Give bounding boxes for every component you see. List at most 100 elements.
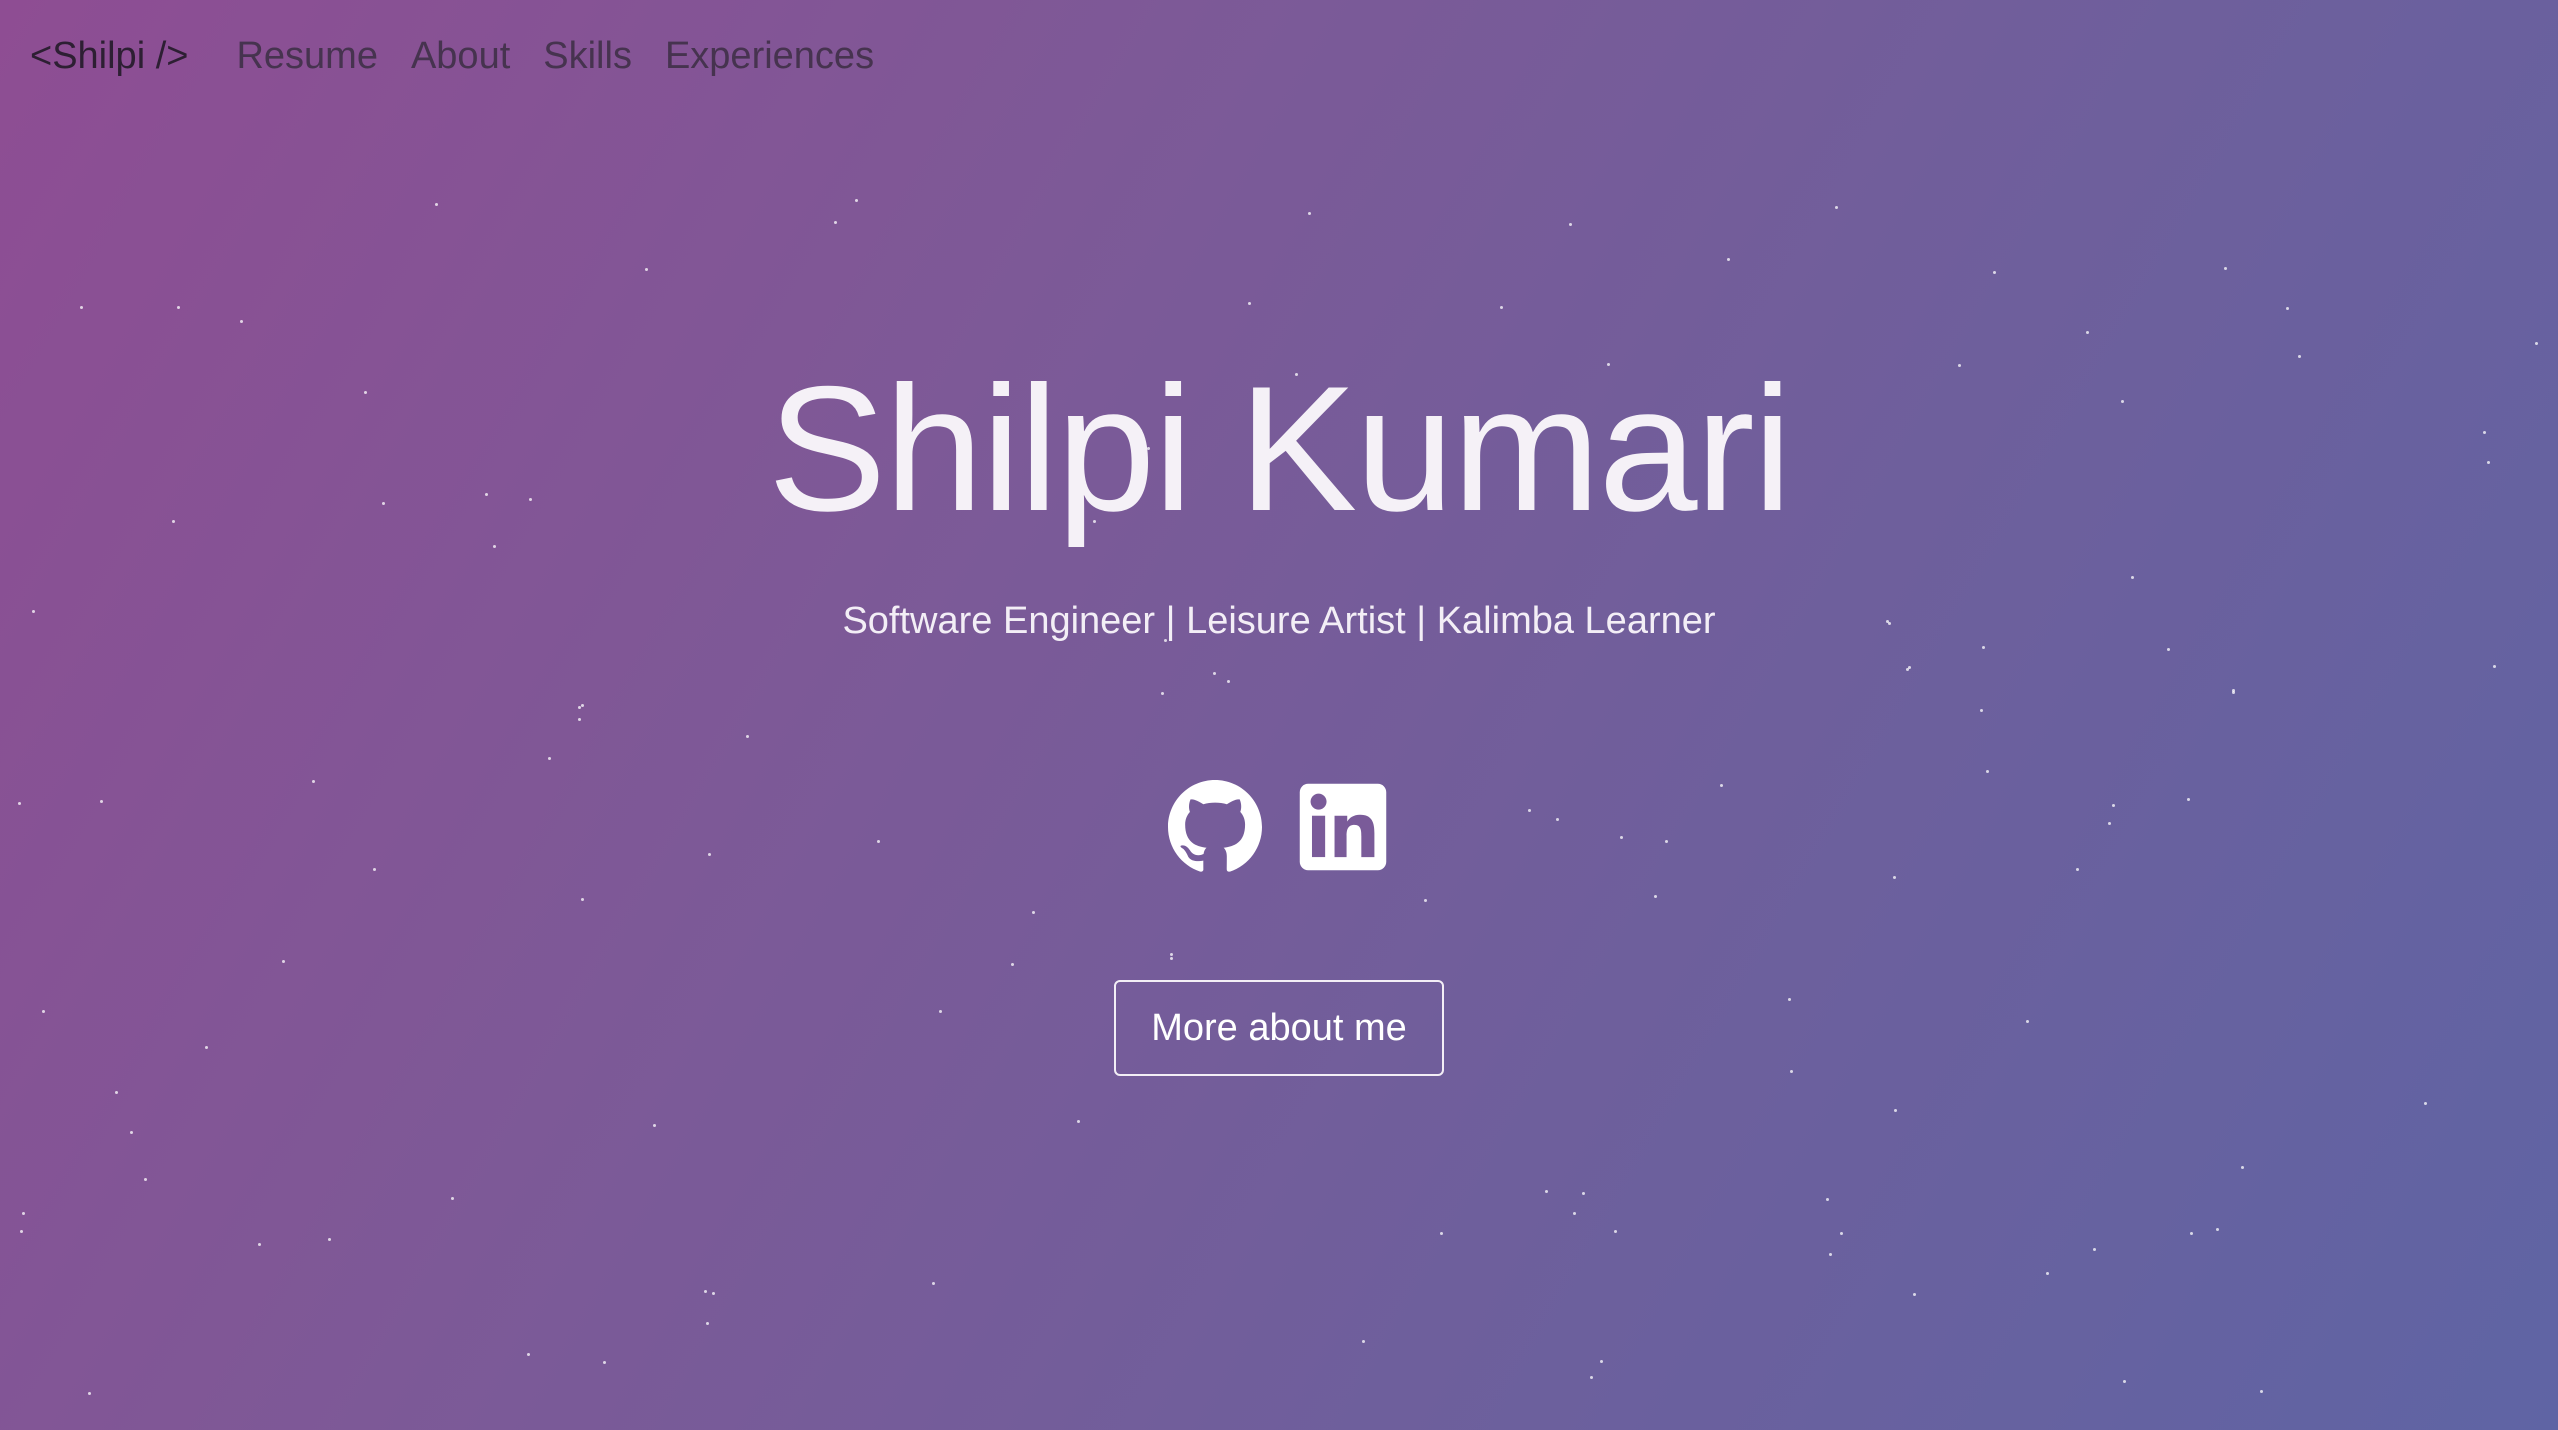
star-dot <box>2232 691 2235 694</box>
star-dot <box>1077 1120 1080 1123</box>
star-dot <box>2086 331 2089 334</box>
star-dot <box>2123 1380 2126 1383</box>
nav-link-experiences[interactable]: Experiences <box>665 35 874 78</box>
star-dot <box>2224 267 2227 270</box>
star-dot <box>2216 1228 2219 1231</box>
star-dot <box>80 306 83 309</box>
star-dot <box>20 1230 23 1233</box>
star-dot <box>1980 709 1983 712</box>
star-dot <box>2232 689 2235 692</box>
star-dot <box>22 1212 25 1215</box>
star-dot <box>282 960 285 963</box>
star-dot <box>581 898 584 901</box>
star-dot <box>451 1197 454 1200</box>
star-dot <box>1569 223 1572 226</box>
star-dot <box>939 1010 942 1013</box>
star-dot <box>258 1243 261 1246</box>
star-dot <box>1170 953 1173 956</box>
star-dot <box>1727 258 1730 261</box>
hero-tagline: Software Engineer | Leisure Artist | Kal… <box>842 600 1716 642</box>
github-link[interactable] <box>1168 780 1262 874</box>
star-dot <box>855 199 858 202</box>
star-dot <box>1840 1232 1843 1235</box>
star-dot <box>1170 957 1173 960</box>
star-dot <box>1011 963 1014 966</box>
star-dot <box>581 704 584 707</box>
star-dot <box>2535 342 2538 345</box>
star-dot <box>1986 770 1989 773</box>
star-dot <box>2286 307 2289 310</box>
star-dot <box>144 1178 147 1181</box>
star-dot <box>205 1046 208 1049</box>
star-dot <box>1982 646 1985 649</box>
star-dot <box>240 320 243 323</box>
star-dot <box>2260 1390 2263 1393</box>
star-dot <box>2424 1102 2427 1105</box>
star-dot <box>1906 668 1909 671</box>
github-icon <box>1168 780 1262 874</box>
star-dot <box>1582 1192 1585 1195</box>
star-dot <box>1500 306 1503 309</box>
star-dot <box>2046 1272 2049 1275</box>
star-dot <box>578 706 581 709</box>
star-dot <box>603 1361 606 1364</box>
linkedin-link[interactable] <box>1296 780 1390 874</box>
nav-link-resume[interactable]: Resume <box>236 35 378 78</box>
star-dot <box>834 221 837 224</box>
star-dot <box>1573 1212 1576 1215</box>
starfield-background <box>0 0 2558 1430</box>
star-dot <box>1614 1230 1617 1233</box>
star-dot <box>2131 576 2134 579</box>
star-dot <box>328 1238 331 1241</box>
star-dot <box>645 268 648 271</box>
star-dot <box>1161 692 1164 695</box>
star-dot <box>435 203 438 206</box>
star-dot <box>1993 271 1996 274</box>
star-dot <box>1788 998 1791 1001</box>
star-dot <box>578 718 581 721</box>
star-dot <box>1826 1198 1829 1201</box>
star-dot <box>1835 206 1838 209</box>
star-dot <box>1545 1190 1548 1193</box>
star-dot <box>130 1131 133 1134</box>
star-dot <box>88 1392 91 1395</box>
star-dot <box>177 306 180 309</box>
star-dot <box>115 1091 118 1094</box>
nav-link-about[interactable]: About <box>411 35 510 78</box>
star-dot <box>1213 672 1216 675</box>
star-dot <box>1600 1360 1603 1363</box>
star-dot <box>1227 680 1230 683</box>
star-dot <box>1248 302 1251 305</box>
star-dot <box>2167 648 2170 651</box>
star-dot <box>1362 1340 1365 1343</box>
star-dot <box>1654 895 1657 898</box>
star-dot <box>704 1290 707 1293</box>
star-dot <box>548 757 551 760</box>
star-dot <box>653 1124 656 1127</box>
linkedin-icon <box>1296 780 1390 874</box>
star-dot <box>1590 1376 1593 1379</box>
star-dot <box>527 1353 530 1356</box>
star-dot <box>1440 1232 1443 1235</box>
star-dot <box>1424 899 1427 902</box>
more-about-me-button[interactable]: More about me <box>1114 980 1444 1076</box>
star-dot <box>1790 1070 1793 1073</box>
star-dot <box>706 1322 709 1325</box>
star-dot <box>2493 665 2496 668</box>
star-dot <box>1894 1109 1897 1112</box>
star-dot <box>2190 1232 2193 1235</box>
star-dot <box>42 1010 45 1013</box>
star-dot <box>1893 876 1896 879</box>
star-dot <box>1913 1293 1916 1296</box>
star-dot <box>2298 355 2301 358</box>
star-dot <box>2026 1020 2029 1023</box>
star-dot <box>1829 1253 1832 1256</box>
star-dot <box>2093 1248 2096 1251</box>
star-dot <box>1908 666 1911 669</box>
nav-link-skills[interactable]: Skills <box>543 35 632 78</box>
brand-logo[interactable]: <Shilpi /> <box>30 35 188 78</box>
star-dot <box>712 1292 715 1295</box>
star-dot <box>2241 1166 2244 1169</box>
star-dot <box>746 735 749 738</box>
top-navbar: <Shilpi /> Resume About Skills Experienc… <box>0 0 2558 112</box>
